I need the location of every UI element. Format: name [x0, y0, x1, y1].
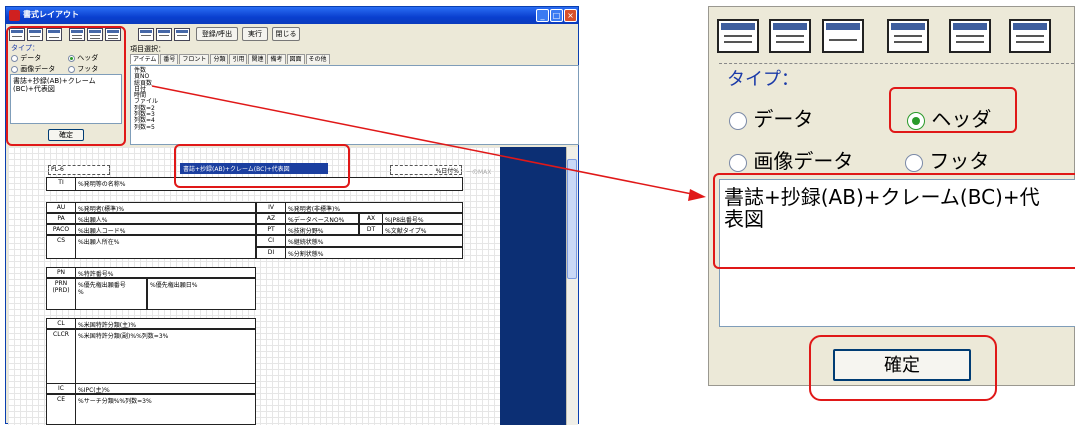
- arrow-head: [688, 189, 706, 201]
- zoom-radio-footer-label: フッタ: [929, 149, 990, 173]
- zoom-font-icon[interactable]: [822, 19, 864, 53]
- annotation-text-box: [713, 173, 1075, 269]
- zoom-radio-data-circle[interactable]: [729, 111, 747, 130]
- zoom-add-header-icon[interactable]: [717, 19, 759, 53]
- zoomed-type-panel: タイプ： データ ヘッダ 画像データ フッタ 書誌+抄録(AB)+クレーム(BC…: [708, 6, 1075, 401]
- arrow-line: [151, 85, 693, 195]
- annotation-header-radio-box: [889, 87, 1017, 133]
- zoom-radio-data[interactable]: データ: [729, 103, 813, 132]
- zoom-type-label: タイプ：: [727, 69, 799, 90]
- zoom-radio-image-data-label: 画像データ: [753, 149, 854, 173]
- zoom-divider: [719, 63, 1075, 64]
- zoom-radio-footer-circle[interactable]: [905, 153, 923, 172]
- zoom-remove-header-icon[interactable]: [769, 19, 811, 53]
- zoom-radio-data-label: データ: [753, 107, 814, 131]
- zoom-radio-footer[interactable]: フッタ: [905, 145, 989, 174]
- zoom-radio-image-data[interactable]: 画像データ: [729, 145, 853, 174]
- annotation-confirm-box: [809, 335, 997, 401]
- zoom-layout-2-icon[interactable]: [949, 19, 991, 53]
- zoom-radio-image-data-circle[interactable]: [729, 153, 747, 172]
- zoom-layout-3-icon[interactable]: [1009, 19, 1051, 53]
- zoom-layout-1-icon[interactable]: [887, 19, 929, 53]
